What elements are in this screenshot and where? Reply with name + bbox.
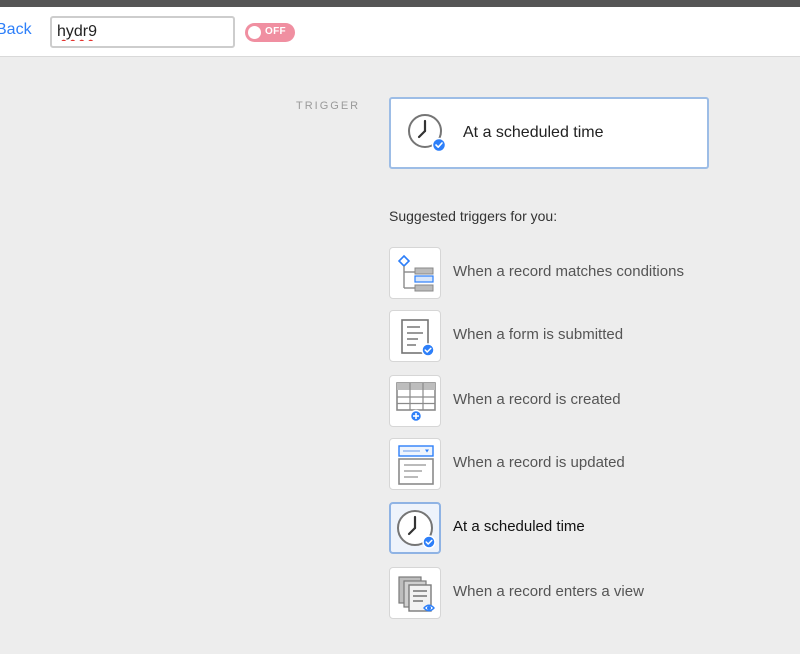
trigger-option-tile <box>389 567 441 619</box>
toggle-knob <box>248 26 261 39</box>
toggle-state-label: OFF <box>265 26 286 37</box>
automation-toggle[interactable]: OFF <box>245 23 295 42</box>
trigger-option-record-created[interactable]: When a record is created <box>389 375 719 427</box>
clock-icon <box>407 113 447 153</box>
trigger-option-scheduled-time[interactable]: At a scheduled time <box>389 502 719 554</box>
automation-name-input[interactable] <box>50 16 235 48</box>
trigger-option-tile <box>389 438 441 490</box>
trigger-option-tile <box>389 375 441 427</box>
trigger-option-form-submitted[interactable]: When a form is submitted <box>389 310 719 362</box>
trigger-option-record-updated[interactable]: When a record is updated <box>389 438 719 490</box>
trigger-option-tile <box>389 247 441 299</box>
grid-plus-icon <box>396 382 436 422</box>
window-top-strip <box>0 0 800 7</box>
trigger-option-record-matches-conditions[interactable]: When a record matches conditions <box>389 247 719 299</box>
trigger-option-record-enters-view[interactable]: When a record enters a view <box>389 567 719 619</box>
conditions-icon <box>397 254 434 292</box>
trigger-option-label: When a record is created <box>453 391 621 408</box>
trigger-option-label: When a record is updated <box>453 454 625 471</box>
suggested-triggers-heading: Suggested triggers for you: <box>389 208 558 224</box>
trigger-option-tile <box>389 310 441 362</box>
trigger-option-label: When a record enters a view <box>453 583 644 600</box>
trigger-section-label: TRIGGER <box>296 100 361 112</box>
trigger-option-label: When a record matches conditions <box>453 263 684 280</box>
toolbar: Back OFF <box>0 7 800 57</box>
trigger-option-tile <box>389 502 441 554</box>
selected-trigger-card[interactable]: At a scheduled time <box>389 97 709 169</box>
trigger-option-label: At a scheduled time <box>453 518 585 535</box>
back-link[interactable]: Back <box>0 21 32 39</box>
selected-trigger-label: At a scheduled time <box>463 124 604 141</box>
clock-icon <box>397 510 436 549</box>
view-eye-icon <box>398 576 435 612</box>
form-icon <box>401 319 435 357</box>
trigger-option-label: When a form is submitted <box>453 326 624 343</box>
record-update-icon <box>398 445 434 485</box>
